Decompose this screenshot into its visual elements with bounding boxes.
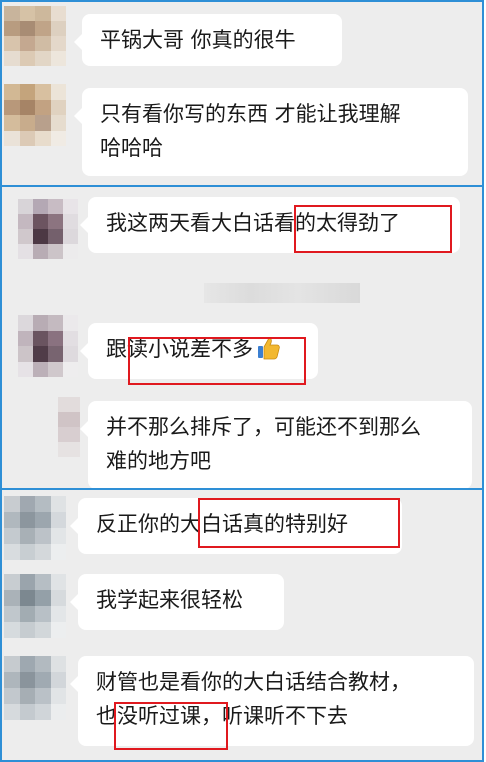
avatar[interactable] <box>4 656 66 720</box>
message-text: 反正你的大白话真的特别好 <box>96 512 348 536</box>
message-text: 并不那么排斥了，可能还不到那么 <box>106 415 421 439</box>
message-bubble: 财管也是看你的大白话结合教材， 也没听过课，听课听不下去 <box>70 656 474 746</box>
message-text: 难的地方吧 <box>106 449 211 473</box>
message-bubble: 我学起来很轻松 <box>70 574 284 630</box>
message-bubble: 我这两天看大白话看的太得劲了 <box>80 197 460 253</box>
avatar[interactable] <box>18 199 78 259</box>
avatar[interactable] <box>18 315 78 377</box>
chat-screenshot-panel-1: 平锅大哥 你真的很牛 只有看你写的东西 才能让我理解 哈哈哈 <box>0 0 484 186</box>
avatar[interactable] <box>4 84 66 146</box>
message-bubble: 跟读小说差不多 <box>80 323 318 379</box>
message-text: 平锅大哥 你真的很牛 <box>100 28 296 52</box>
message-text: 财管也是看你的大白话结合教材， <box>96 670 411 694</box>
message-text: 也没听过课，听课听不下去 <box>96 704 348 728</box>
message-bubble: 反正你的大白话真的特别好 <box>70 498 402 554</box>
message-bubble: 平锅大哥 你真的很牛 <box>74 14 342 66</box>
message-bubble: 只有看你写的东西 才能让我理解 哈哈哈 <box>74 88 468 176</box>
message-bubble: 并不那么排斥了，可能还不到那么 难的地方吧 <box>80 401 472 488</box>
avatar[interactable] <box>4 574 66 638</box>
thumbs-up-icon <box>258 337 280 360</box>
message-text: 只有看你写的东西 才能让我理解 <box>100 102 401 126</box>
chat-screenshot-panel-2: 我这两天看大白话看的太得劲了 跟读小说差不多 并不那么排斥了，可能还不到那么 难… <box>0 185 484 489</box>
avatar[interactable] <box>58 397 80 457</box>
chat-screenshot-panel-3: 反正你的大白话真的特别好 我学起来很轻松 财管也是看你的大白话结合教材， 也没听… <box>0 488 484 762</box>
avatar[interactable] <box>4 6 66 66</box>
message-text: 我这两天看大白话看的太得劲了 <box>106 211 400 235</box>
message-text: 我学起来很轻松 <box>96 588 243 612</box>
avatar[interactable] <box>4 496 66 560</box>
message-text: 跟读小说差不多 <box>106 332 300 366</box>
blurred-timestamp <box>204 283 360 303</box>
message-text: 哈哈哈 <box>100 136 163 160</box>
